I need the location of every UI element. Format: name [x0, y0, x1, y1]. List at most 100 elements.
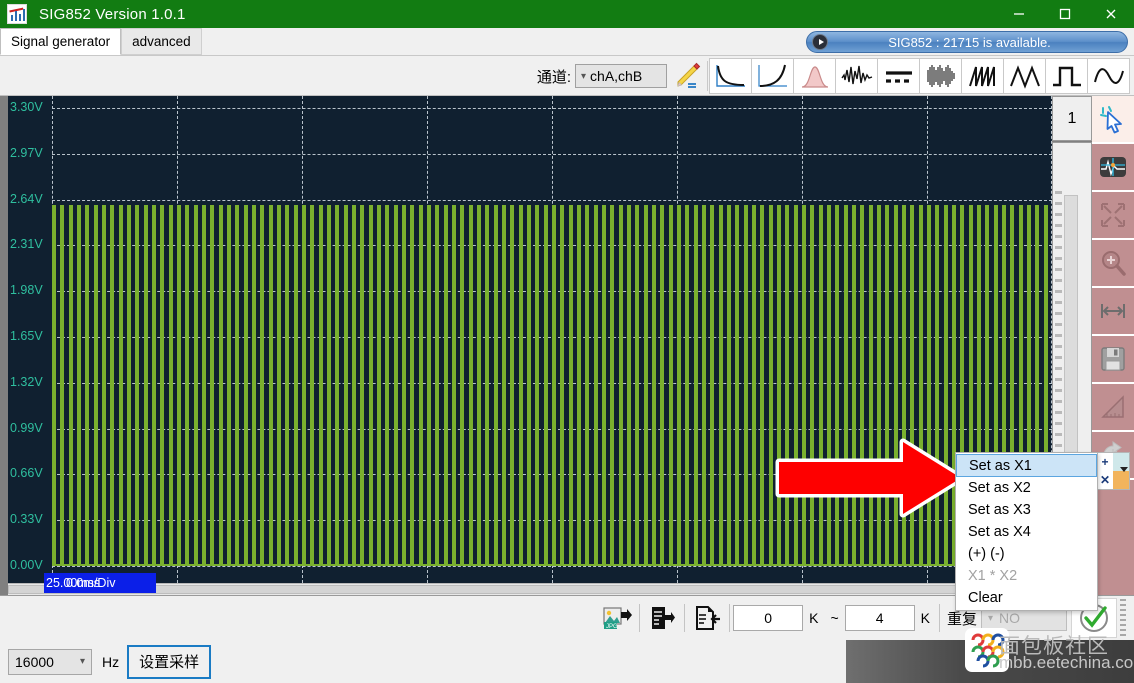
- dashed-dc-icon[interactable]: [877, 58, 920, 94]
- ruler-triangle-icon[interactable]: [1092, 384, 1134, 432]
- expand-arrows-icon[interactable]: [1092, 192, 1134, 240]
- waveform-pulse: [752, 205, 757, 566]
- tab-advanced-label: advanced: [132, 34, 191, 49]
- waveform-pulse: [177, 205, 182, 566]
- horizontal-scroll-thumb[interactable]: [8, 585, 1048, 594]
- sine-icon[interactable]: [1087, 58, 1130, 94]
- save-disk-icon[interactable]: [1092, 336, 1134, 384]
- context-menu-item[interactable]: Set as X1: [956, 454, 1097, 477]
- notification-banner[interactable]: SIG852 : 21715 is available.: [806, 31, 1128, 53]
- waveform-pulse: [660, 205, 665, 566]
- waveform-pulse: [310, 205, 315, 566]
- range-end-input[interactable]: 4: [844, 605, 915, 631]
- waveform-pulse: [252, 205, 257, 566]
- exp-decay-icon[interactable]: [709, 58, 752, 94]
- y-axis-tick-label: 1.32V: [10, 374, 43, 389]
- chevron-down-icon[interactable]: [1120, 467, 1128, 472]
- range-start-input[interactable]: 0: [733, 605, 804, 631]
- zoom-in-icon[interactable]: [1092, 240, 1134, 288]
- context-menu-item-label: Set as X2: [968, 480, 1031, 496]
- y-axis-tick-label: 1.98V: [10, 283, 43, 298]
- noise-burst-icon[interactable]: [835, 58, 878, 94]
- cursor-select-icon[interactable]: [1092, 96, 1134, 144]
- context-menu-item[interactable]: Set as X2: [956, 477, 1097, 499]
- waveform-pulse: [493, 205, 498, 566]
- app-icon: [7, 4, 27, 24]
- triangle-icon[interactable]: [1003, 58, 1046, 94]
- color-swatch-orange[interactable]: [1113, 471, 1129, 489]
- pencil-edit-icon[interactable]: [671, 59, 705, 93]
- tab-signal-generator-label: Signal generator: [11, 34, 111, 49]
- y-axis-tick-label: 0.33V: [10, 512, 43, 527]
- waveform-pulse: [627, 205, 632, 566]
- am-modulated-icon[interactable]: [919, 58, 962, 94]
- waveform-pulse: [302, 205, 307, 566]
- resize-gripper[interactable]: [1120, 599, 1126, 637]
- waveform-pulse: [118, 205, 123, 566]
- time-per-div-badge[interactable]: 25.00ms/Div 0.0ms: [44, 573, 156, 593]
- waveform-pulse: [568, 205, 573, 566]
- chevron-down-icon: ▾: [79, 656, 85, 667]
- waveform-pulse: [335, 205, 340, 566]
- waveform-pulse: [293, 205, 298, 566]
- import-file-icon[interactable]: [688, 600, 726, 636]
- plus-icon[interactable]: +: [1097, 453, 1113, 471]
- waveform-pulse: [635, 205, 640, 566]
- waveform-pulse: [243, 205, 248, 566]
- context-menu-item[interactable]: Clear: [956, 587, 1097, 609]
- context-menu-item[interactable]: Set as X3: [956, 499, 1097, 521]
- channel-select[interactable]: ▾ chA,chB: [575, 64, 667, 88]
- waveform-pulse: [502, 205, 507, 566]
- close-button[interactable]: [1088, 0, 1134, 28]
- waveform-pulse: [702, 205, 707, 566]
- waveform-pulse: [468, 205, 473, 566]
- range-start-value: 0: [764, 610, 772, 626]
- horizontal-measure-icon[interactable]: [1092, 288, 1134, 336]
- waveform-pulse: [477, 205, 482, 566]
- channel-index-box[interactable]: 1: [1052, 96, 1092, 141]
- square-icon[interactable]: [1045, 58, 1088, 94]
- sawtooth-icon[interactable]: [961, 58, 1004, 94]
- waveform-toolbar: 通道: ▾ chA,chB: [0, 57, 1134, 96]
- waveform-pulse: [460, 205, 465, 566]
- waveform-pulse: [102, 205, 107, 566]
- waveform-pulse: [435, 205, 440, 566]
- waveform-pulse: [727, 205, 732, 566]
- channel-label: 通道:: [536, 68, 571, 86]
- y-axis-tick-label: 2.31V: [10, 237, 43, 252]
- waveform-pulse: [352, 205, 357, 566]
- export-jpg-icon[interactable]: JPG: [598, 600, 636, 636]
- tab-advanced[interactable]: advanced: [121, 28, 202, 55]
- waveform-pulse: [543, 205, 548, 566]
- exp-rise-icon[interactable]: [751, 58, 794, 94]
- context-menu-item-label: Set as X3: [968, 502, 1031, 518]
- horizontal-scrollbar[interactable]: [8, 583, 1052, 595]
- waveform-pulse: [593, 205, 598, 566]
- maximize-button[interactable]: [1042, 0, 1088, 28]
- sample-rate-select[interactable]: 16000 ▾: [8, 648, 92, 675]
- waveform-view-icon[interactable]: [1092, 144, 1134, 192]
- close-x-icon[interactable]: ✕: [1097, 471, 1113, 489]
- waveform-pulse: [760, 205, 765, 566]
- minimize-button[interactable]: [996, 0, 1042, 28]
- waveform-pulse: [735, 205, 740, 566]
- waveform-pulse: [143, 205, 148, 566]
- vertical-scroll-thumb[interactable]: [1064, 195, 1078, 485]
- y-axis-tick-label: 2.64V: [10, 191, 43, 206]
- waveform-pulse: [160, 205, 165, 566]
- waveform-pulse: [202, 205, 207, 566]
- set-sampling-button[interactable]: 设置采样: [127, 644, 212, 679]
- waveform-pulse: [418, 205, 423, 566]
- notification-text: SIG852 : 21715 is available.: [888, 34, 1051, 50]
- sample-rate-value: 16000: [15, 653, 54, 670]
- chevron-down-icon: ▾: [581, 70, 587, 82]
- export-file-icon[interactable]: [643, 600, 681, 636]
- svg-text:JPG: JPG: [606, 624, 618, 630]
- marker-toolbox-popup[interactable]: + ✕: [1096, 452, 1130, 490]
- waveform-pulse: [668, 205, 673, 566]
- context-menu-item[interactable]: (+) (-): [956, 543, 1097, 565]
- context-menu-item[interactable]: Set as X4: [956, 521, 1097, 543]
- tab-signal-generator[interactable]: Signal generator: [0, 28, 122, 55]
- gaussian-icon[interactable]: [793, 58, 836, 94]
- y-axis-tick-label: 0.66V: [10, 466, 43, 481]
